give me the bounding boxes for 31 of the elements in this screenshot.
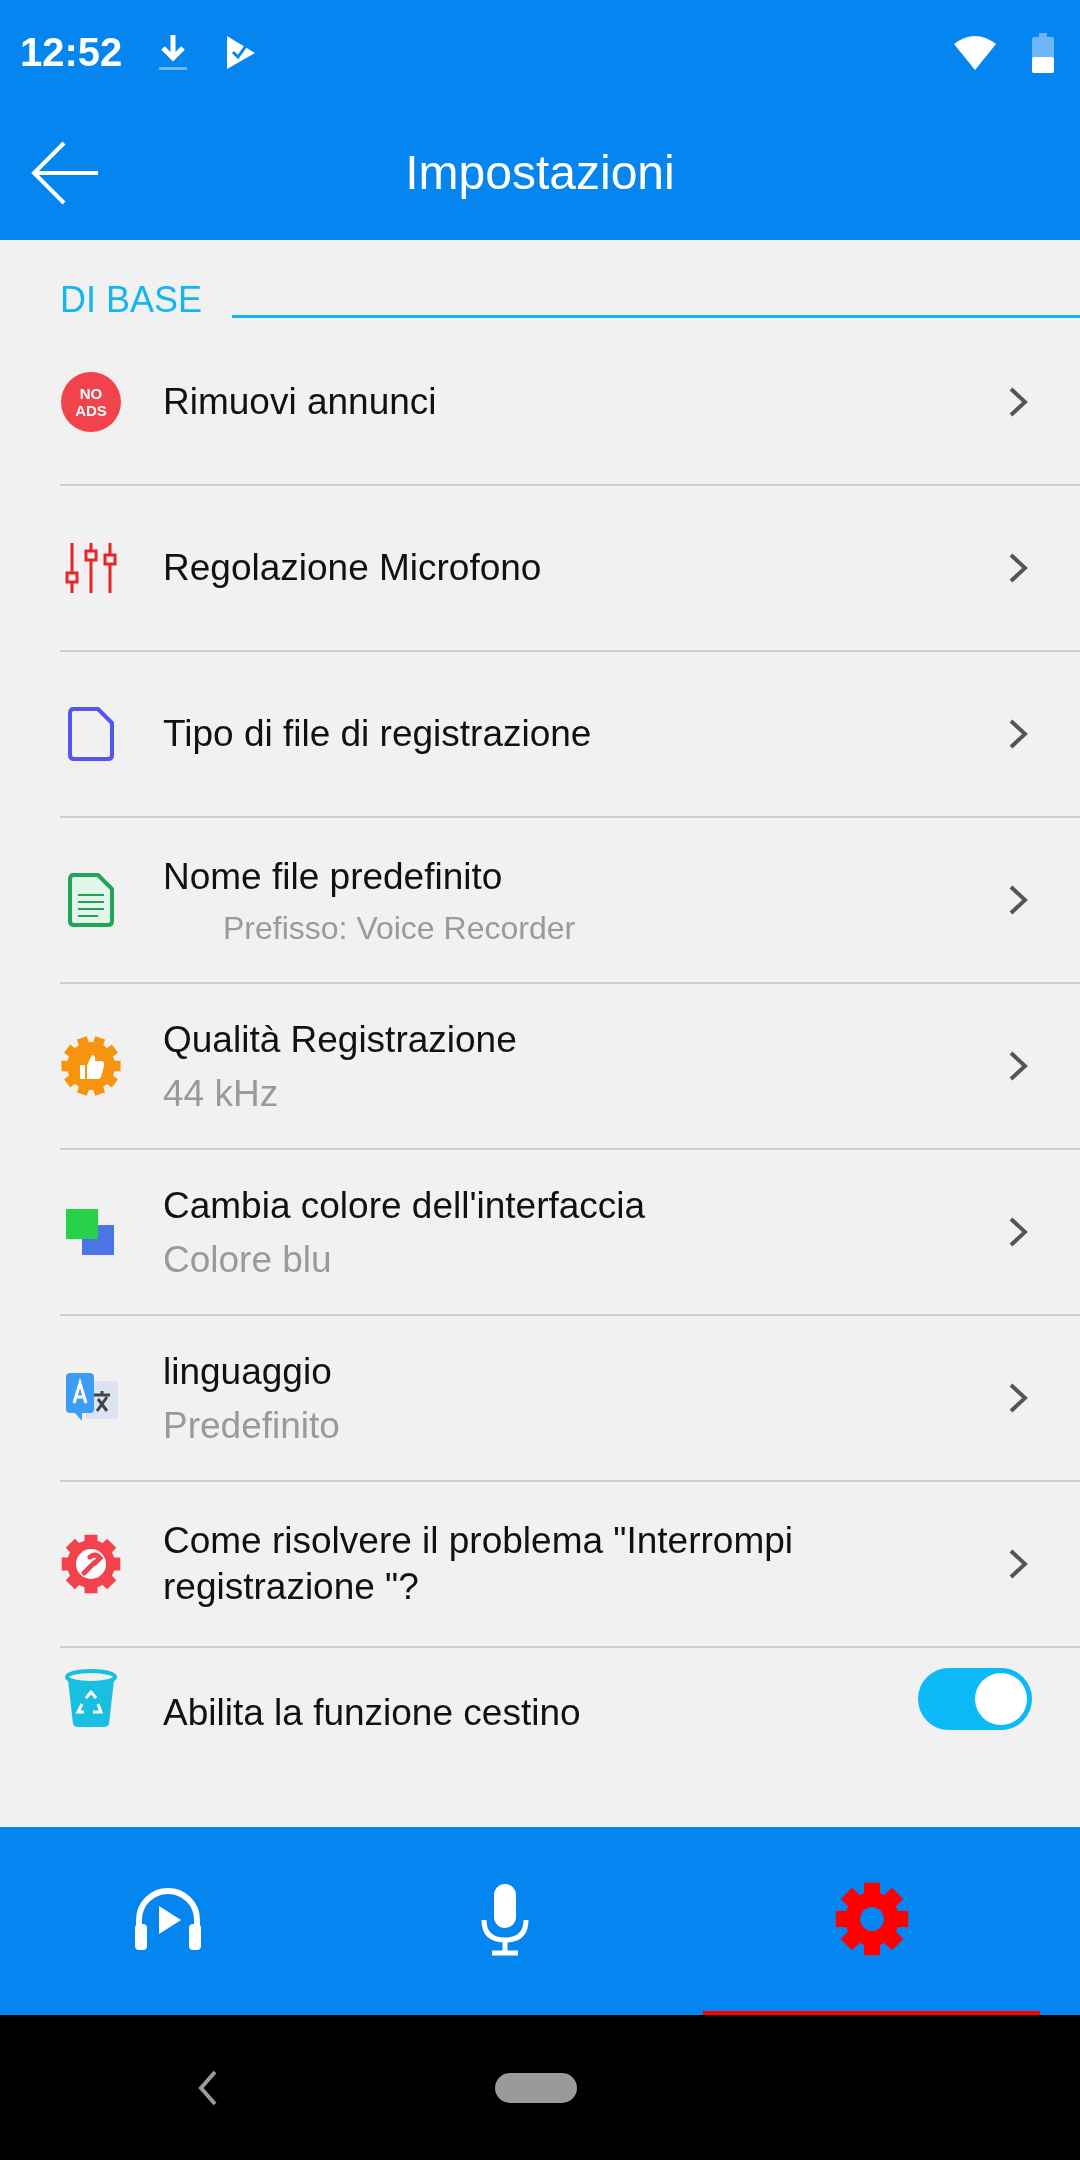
thumbs-up-badge-icon: [60, 1035, 122, 1097]
settings-item[interactable]: linguaggio Predefinito: [60, 1316, 1080, 1482]
item-title: linguaggio: [163, 1350, 333, 1394]
screen-title: Impostazioni: [405, 146, 675, 199]
wrench-gear-icon: [60, 1533, 122, 1595]
item-subtitle: 44 kHz: [163, 1073, 280, 1115]
item-title: Come risolvere il problema "Interrompi registrazione "?: [163, 1519, 794, 1609]
settings-item[interactable]: Tipo di file di registrazione: [60, 652, 1080, 818]
section-title: DI BASE: [60, 280, 203, 320]
item-subtitle: Colore blu: [163, 1239, 333, 1281]
home-button[interactable]: [495, 2072, 577, 2103]
item-title: Regolazione Microfono: [163, 546, 543, 590]
item-title: Rimuovi annunci: [163, 380, 438, 424]
settings-item[interactable]: Come risolvere il problema "Interrompi registrazione "?: [60, 1482, 1080, 1648]
item-subtitle: Predefinito: [163, 1405, 341, 1447]
settings-item[interactable]: Qualità Registrazione 44 kHz: [60, 984, 1080, 1150]
battery-icon: [1032, 32, 1054, 73]
settings-item[interactable]: Abilita la funzione cestino: [60, 1648, 1080, 1758]
no-ads-icon: NO ADS: [60, 371, 122, 433]
settings-item[interactable]: Regolazione Microfono: [60, 486, 1080, 652]
status-time: 12:52: [20, 30, 123, 75]
item-title: Tipo di file di registrazione: [163, 712, 593, 756]
item-hint: Prefisso: Voice Recorder: [222, 909, 577, 947]
settings-item[interactable]: Cambia colore dell'interfaccia Colore blu: [60, 1150, 1080, 1316]
item-title: Abilita la funzione cestino: [163, 1691, 582, 1735]
item-title: Nome file predefinito: [163, 854, 504, 899]
settings-item[interactable]: NO ADS Rimuovi annunci: [60, 320, 1080, 486]
wifi-icon: [952, 33, 998, 72]
item-title: Qualità Registrazione: [163, 1018, 518, 1062]
settings-item[interactable]: Nome file predefinito Prefisso: Voice Recorder: [60, 818, 1080, 984]
item-title: Cambia colore dell'interfaccia: [163, 1184, 647, 1228]
